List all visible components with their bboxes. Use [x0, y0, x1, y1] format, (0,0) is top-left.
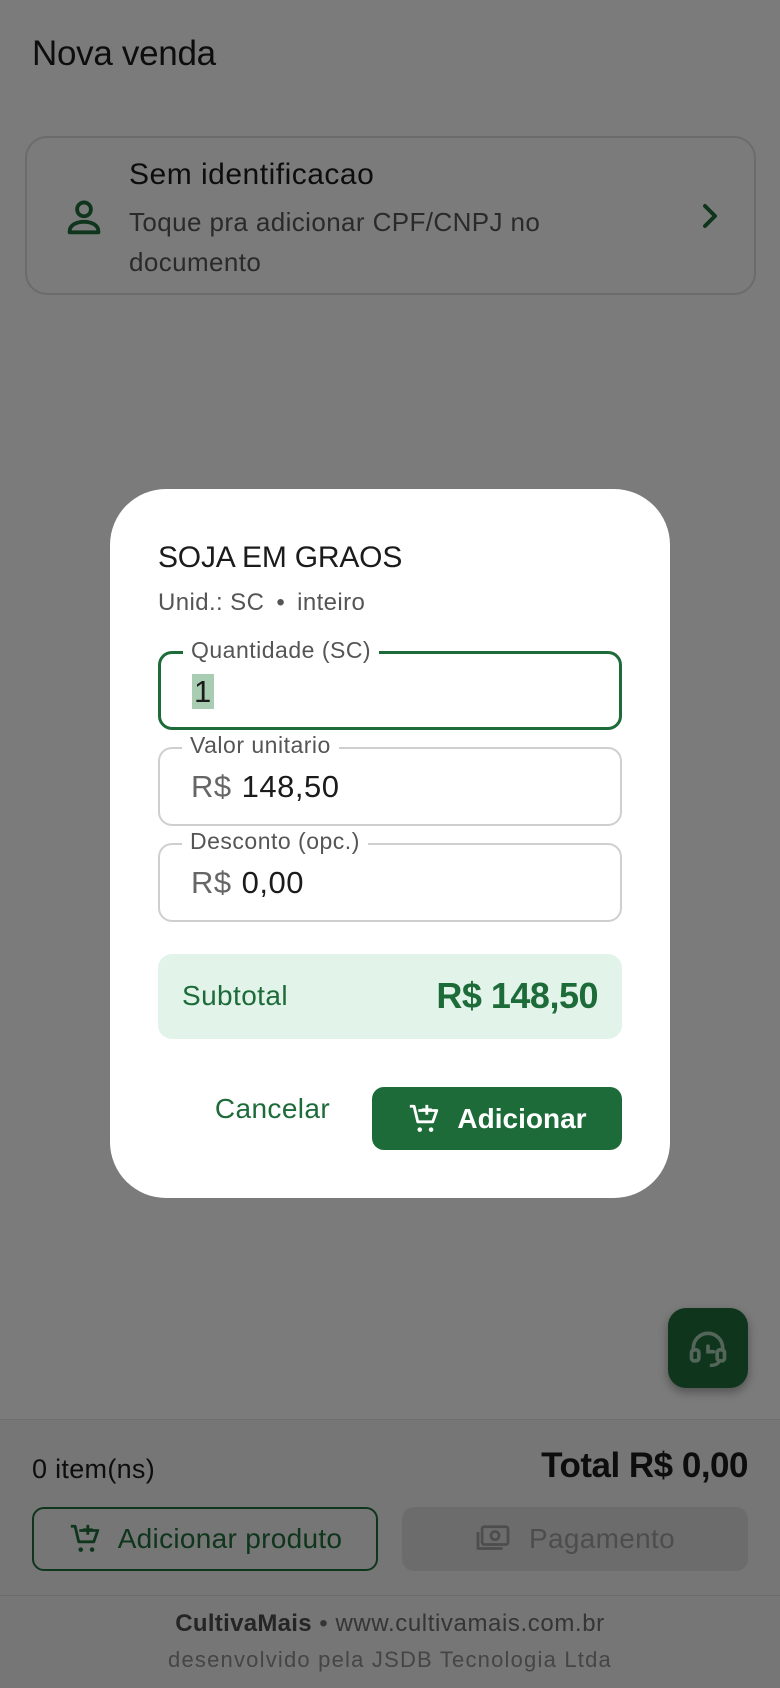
- quantity-value: 1: [192, 674, 214, 709]
- add-button-label: Adicionar: [457, 1102, 587, 1134]
- subtotal-value: R$ 148,50: [436, 975, 598, 1016]
- quantity-field[interactable]: Quantidade (SC) 1: [158, 637, 622, 730]
- unit-label: Unid.: SC: [158, 589, 265, 616]
- discount-label: Desconto (opc.): [182, 828, 368, 855]
- subtotal-label: Subtotal: [182, 980, 288, 1011]
- new-sale-screen: Nova venda Sem identificacao Toque pra a…: [0, 0, 780, 1688]
- unit-price-value: R$ 148,50: [191, 769, 340, 804]
- add-item-dialog: SOJA EM GRAOS Unid.: SC • inteiro Quantida…: [110, 489, 670, 1198]
- quantity-mode: inteiro: [297, 589, 366, 616]
- cancel-button[interactable]: Cancelar: [200, 1077, 345, 1141]
- product-name: SOJA EM GRAOS: [158, 541, 403, 574]
- currency-prefix: R$: [191, 769, 232, 804]
- discount-value: R$ 0,00: [191, 865, 304, 900]
- add-button[interactable]: Adicionar: [372, 1087, 622, 1150]
- separator: •: [276, 589, 286, 616]
- discount-field[interactable]: Desconto (opc.) R$ 0,00: [158, 828, 622, 922]
- product-unit-info: Unid.: SC • inteiro: [158, 589, 365, 617]
- cart-plus-icon: [410, 1104, 439, 1132]
- unit-price-field[interactable]: Valor unitario R$ 148,50: [158, 732, 622, 826]
- subtotal-box: Subtotal R$ 148,50: [158, 954, 622, 1039]
- currency-prefix: R$: [191, 865, 232, 900]
- unit-price-label: Valor unitario: [182, 732, 339, 759]
- quantity-label: Quantidade (SC): [183, 637, 380, 664]
